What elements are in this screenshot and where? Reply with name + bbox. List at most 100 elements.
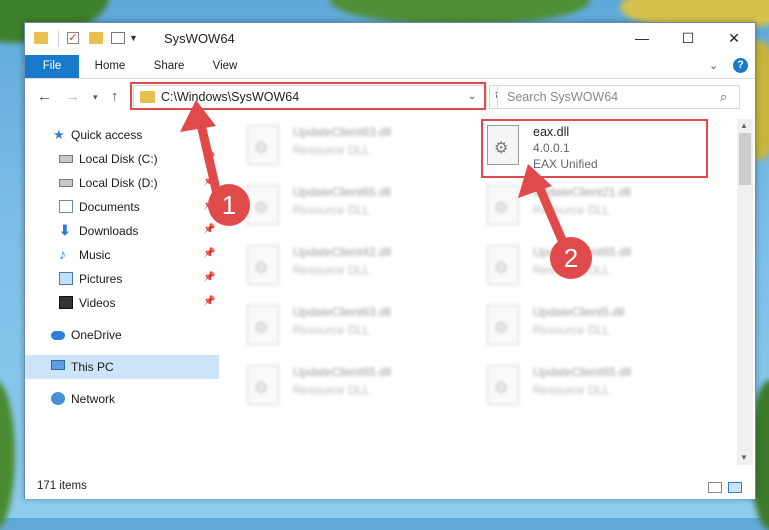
dll-file-icon: ⚙ [247, 365, 279, 405]
file-name: UpdateClient21.dll [533, 185, 632, 199]
file-tile[interactable]: ⚙ UpdateClient65.dll Resource DLL [221, 361, 451, 411]
window-title: SysWOW64 [164, 31, 235, 46]
file-type: Resource DLL [293, 263, 370, 277]
expand-ribbon-chevron-icon[interactable]: ⌄ [709, 59, 718, 72]
file-tile[interactable]: ⚙ UpdateClient42.dll Resource DLL [221, 241, 451, 291]
vertical-scrollbar[interactable]: ▲ ▼ [737, 119, 753, 465]
sidebar-item-downloads[interactable]: ⬇ Downloads 📌 [25, 219, 219, 243]
pin-icon[interactable]: 📌 [203, 248, 215, 259]
up-arrow-icon[interactable]: ↑ [111, 88, 119, 105]
videos-icon [59, 296, 73, 309]
network-icon [51, 392, 65, 405]
documents-icon [59, 200, 73, 213]
sidebar-item-onedrive[interactable]: OneDrive [25, 323, 219, 347]
dll-file-icon: ⚙ [247, 125, 279, 165]
sidebar-item-videos[interactable]: Videos 📌 [25, 291, 219, 315]
sidebar-item-local-disk-c[interactable]: Local Disk (C:) 📌 [25, 147, 219, 171]
file-name: UpdateClient63.dll [293, 125, 392, 139]
tab-share[interactable]: Share [143, 55, 195, 78]
sidebar-item-documents[interactable]: Documents 📌 [25, 195, 219, 219]
toolbar-divider [58, 31, 59, 47]
scroll-up-arrow-icon[interactable]: ▲ [740, 121, 748, 130]
file-type: Resource DLL [533, 263, 610, 277]
back-arrow-icon[interactable]: ← [37, 88, 52, 105]
sidebar-item-local-disk-d[interactable]: Local Disk (D:) 📌 [25, 171, 219, 195]
help-icon[interactable]: ? [733, 58, 748, 73]
pictures-icon [59, 272, 73, 285]
properties-check-icon[interactable]: ✓ [67, 32, 79, 44]
tab-home[interactable]: Home [85, 55, 135, 78]
dll-file-icon: ⚙ [487, 305, 519, 345]
pin-icon[interactable]: 📌 [203, 224, 215, 235]
music-icon: ♪ [59, 246, 66, 262]
scroll-down-arrow-icon[interactable]: ▼ [740, 453, 748, 462]
file-type: Resource DLL [533, 323, 610, 337]
file-name: UpdateClient42.dll [293, 245, 392, 259]
file-name: UpdateClient65.dll [533, 245, 632, 259]
sidebar-item-label: Videos [79, 296, 116, 310]
file-tile[interactable]: ⚙ UpdateClient63.dll Resource DLL [221, 301, 451, 351]
file-type: Resource DLL [293, 383, 370, 397]
sidebar-item-label: Local Disk (D:) [79, 176, 158, 190]
maximize-button[interactable]: ☐ [665, 23, 711, 53]
sidebar-item-label: OneDrive [71, 328, 122, 342]
navigation-pane: ★ Quick access Local Disk (C:) 📌 Local D… [25, 119, 219, 465]
computer-icon [51, 360, 65, 370]
sidebar-item-label: This PC [71, 360, 114, 374]
pin-icon[interactable]: 📌 [203, 200, 215, 211]
tab-file[interactable]: File [25, 55, 79, 78]
sidebar-item-pictures[interactable]: Pictures 📌 [25, 267, 219, 291]
sidebar-item-label: Downloads [79, 224, 139, 238]
dll-file-icon: ⚙ [247, 245, 279, 285]
details-view-icon[interactable] [708, 482, 722, 493]
file-tile[interactable]: ⚙ UpdateClient21.dll Resource DLL [461, 181, 691, 231]
pin-icon[interactable]: 📌 [203, 272, 215, 283]
sidebar-item-label: Documents [79, 200, 140, 214]
sidebar-item-label: Quick access [71, 128, 143, 142]
star-icon: ★ [53, 127, 65, 142]
file-type: Resource DLL [293, 323, 370, 337]
sidebar-item-network[interactable]: Network [25, 387, 219, 411]
rename-icon[interactable] [111, 32, 125, 44]
file-name: UpdateClient65.dll [293, 185, 392, 199]
item-count: 171 items [37, 480, 87, 492]
customize-quick-access-chevron-icon[interactable]: ▼ [129, 33, 138, 43]
tab-view[interactable]: View [203, 55, 247, 78]
sidebar-item-label: Music [79, 248, 111, 262]
sidebar-item-label: Local Disk (C:) [79, 152, 158, 166]
minimize-button[interactable]: — [619, 23, 665, 53]
file-type: Resource DLL [293, 203, 370, 217]
file-tile[interactable]: ⚙ UpdateClient65.dll Resource DLL [461, 361, 691, 411]
search-icon: ⌕ [720, 89, 728, 104]
file-tile[interactable]: ⚙ UpdateClient65.dll Resource DLL [221, 181, 451, 231]
new-folder-icon[interactable] [89, 32, 103, 44]
file-highlight [481, 119, 708, 178]
file-tile[interactable]: ⚙ UpdateClient63.dll Resource DLL [221, 121, 451, 171]
recent-locations-chevron-icon[interactable]: ▾ [93, 92, 98, 103]
sidebar-item-quick-access[interactable]: ★ Quick access [25, 123, 219, 147]
sidebar-item-label: Network [71, 392, 116, 406]
pin-icon[interactable]: 📌 [203, 152, 215, 163]
dll-file-icon: ⚙ [487, 245, 519, 285]
dll-file-icon: ⚙ [487, 185, 519, 225]
sidebar-item-label: Pictures [79, 272, 123, 286]
pin-icon[interactable]: 📌 [203, 176, 215, 187]
pin-icon[interactable]: 📌 [203, 296, 215, 307]
close-button[interactable]: ✕ [711, 23, 757, 53]
file-type: Resource DLL [533, 203, 610, 217]
file-tile[interactable]: ⚙ UpdateClient65.dll Resource DLL [461, 241, 691, 291]
search-input[interactable]: Search SysWOW64 ⌕ [497, 85, 740, 109]
forward-arrow-icon[interactable]: → [65, 88, 80, 105]
sidebar-item-this-pc[interactable]: This PC [25, 355, 219, 379]
dll-file-icon: ⚙ [487, 365, 519, 405]
large-icons-view-icon[interactable] [728, 482, 742, 493]
search-placeholder: Search SysWOW64 [507, 90, 619, 104]
sidebar-item-music[interactable]: ♪ Music 📌 [25, 243, 219, 267]
file-name: UpdateClient65.dll [533, 365, 632, 379]
file-name: UpdateClient63.dll [293, 305, 392, 319]
title-bar: ✓ ▼ SysWOW64 — ☐ ✕ [25, 23, 755, 55]
status-bar: 171 items [25, 475, 755, 499]
scrollbar-thumb[interactable] [739, 133, 751, 185]
file-tile[interactable]: ⚙ UpdateClient5.dll Resource DLL [461, 301, 691, 351]
dll-file-icon: ⚙ [247, 305, 279, 345]
